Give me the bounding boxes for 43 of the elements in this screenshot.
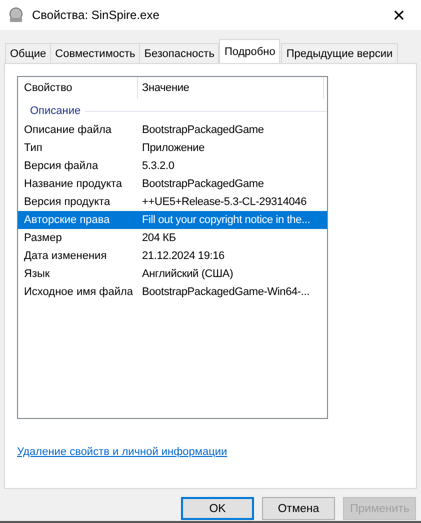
table-cell-text: BootstrapPackagedGame (141, 123, 265, 138)
window-title: Свойства: SinSpire.exe (32, 8, 160, 22)
table-cell-text: Описание файла (23, 123, 113, 138)
property-row[interactable]: Тип Приложение (18, 139, 327, 157)
property-row[interactable]: Версия продукта ++UE5+Release-5.3-CL-29314046 (18, 193, 327, 211)
table-cell-text: BootstrapPackagedGame (141, 177, 265, 192)
group-header: Описание (30, 105, 81, 117)
property-row[interactable]: Исходное имя файла BootstrapPackagedGame-Win64-... (18, 283, 327, 301)
table-cell-text: 5.3.2.0 (141, 159, 176, 174)
table-cell-text: Название продукта (23, 177, 124, 192)
property-row[interactable]: Дата изменения 21.12.2024 19:16 (18, 247, 327, 265)
dialog-button[interactable]: OK (181, 497, 254, 520)
table-cell-text: Дата изменения (23, 249, 108, 264)
property-row[interactable]: Версия файла 5.3.2.0 (18, 157, 327, 175)
close-button[interactable]: ✕ (377, 0, 421, 30)
property-row[interactable]: Название продукта BootstrapPackagedGame (18, 175, 327, 193)
table-cell-text: Размер (23, 231, 63, 246)
table-cell-text: BootstrapPackagedGame-Win64-... (141, 285, 310, 300)
property-row[interactable]: Размер 204 КБ (18, 229, 327, 247)
table-cell-text: Язык (23, 267, 51, 282)
remove-properties-link[interactable]: Удаление свойств и личной информации (17, 446, 228, 458)
table-cell-text: Версия продукта (23, 195, 112, 210)
tab[interactable]: Подробно (219, 39, 280, 63)
tab[interactable]: Предыдущие версии (281, 43, 398, 63)
property-row[interactable]: Авторские права Fill out your copyright notice in the... (18, 211, 327, 229)
dialog-button[interactable]: Отмена (262, 497, 335, 520)
tab[interactable]: Безопасность (139, 43, 220, 63)
column-header[interactable]: Свойство (18, 77, 138, 99)
table-cell-text: Исходное имя файла (23, 285, 134, 300)
table-cell-text: ++UE5+Release-5.3-CL-29314046 (141, 195, 308, 210)
table-cell-text: 204 КБ (141, 231, 177, 246)
table-cell-text: Версия файла (23, 159, 100, 174)
tab[interactable]: Общие (5, 43, 52, 63)
table-cell-text: Fill out your copyright notice in the... (141, 213, 312, 228)
property-row[interactable]: Язык Английский (США) (18, 265, 327, 283)
property-row[interactable]: Описание файла BootstrapPackagedGame (18, 121, 327, 139)
table-cell-text: 21.12.2024 19:16 (141, 249, 226, 264)
table-cell-text: Приложение (141, 141, 206, 156)
table-cell-text: Тип (23, 141, 44, 156)
column-header[interactable]: Значение (138, 77, 324, 99)
table-cell-text: Авторские права (23, 213, 111, 228)
app-icon (8, 7, 24, 23)
table-cell-text: Английский (США) (141, 267, 234, 282)
